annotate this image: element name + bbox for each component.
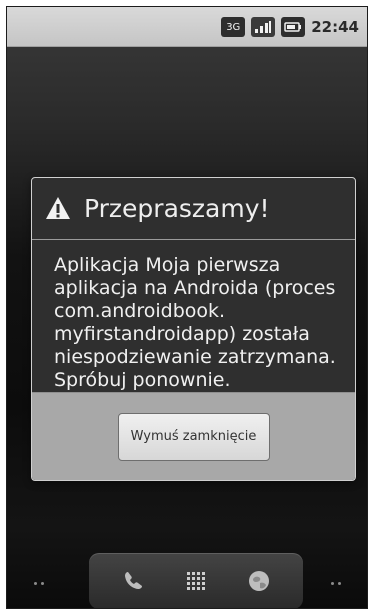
clock: 22:44 [311,18,359,36]
crash-dialog: Przepraszamy! Aplikacja Moja pierwsza ap… [31,177,356,481]
apps-grid-icon[interactable] [182,567,210,595]
status-bar: 3G 22:44 [7,7,367,47]
page-dot [331,581,334,585]
page-dot [41,581,44,585]
network-label: 3G [226,21,241,33]
dialog-header: Przepraszamy! [32,178,355,240]
dialog-message: Aplikacja Moja pierwsza aplikacja na And… [32,240,355,391]
page-dot [338,581,341,585]
status-icons: 3G 22:44 [221,15,359,39]
phone-screen: 3G 22:44 Przepraszamy! Aplikacja Moja pi… [6,6,368,609]
warning-icon [46,196,70,219]
battery-icon [281,17,306,37]
bottom-dock [89,553,303,608]
page-dots-icon [27,578,51,588]
message-line: Spróbuj ponownie. [54,369,231,391]
message-line: myfirstandroidapp) została [54,323,310,345]
message-line: aplikacja na Androida (proces [54,277,336,299]
message-line: Aplikacja Moja pierwsza [54,254,281,276]
message-line: com.androidbook. [54,300,226,322]
page-dots-icon [324,578,348,588]
browser-globe-icon[interactable] [245,567,273,595]
dialog-title: Przepraszamy! [84,194,270,223]
message-line: niespodziewanie zatrzymana. [54,346,336,368]
page-dot [34,581,37,585]
dialog-footer: Wymuś zamknięcie [32,392,355,480]
phone-icon[interactable] [119,567,147,595]
force-close-button[interactable]: Wymuś zamknięcie [117,412,270,461]
signal-icon [251,17,276,37]
network-icon: 3G [221,17,246,37]
